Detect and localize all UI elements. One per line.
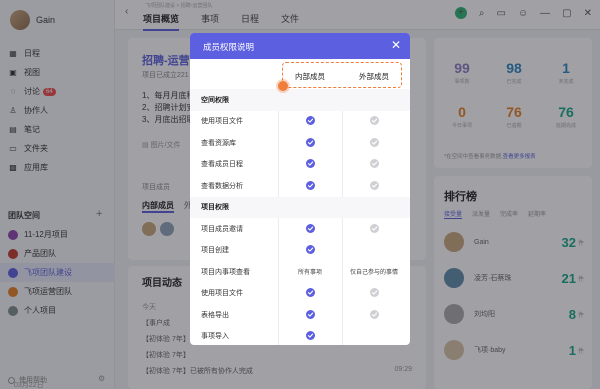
internal-value (305, 159, 315, 169)
permission-label: 空间权限 (201, 96, 229, 104)
check-icon (305, 116, 315, 126)
check-disabled-icon (369, 223, 379, 233)
internal-value (305, 137, 315, 148)
internal-value: 所有事项 (297, 270, 322, 277)
permission-row: 查看成员日程 (190, 154, 410, 176)
internal-cell (278, 154, 342, 176)
permission-label: 使用项目文件 (201, 118, 243, 126)
external-cell (342, 240, 406, 262)
check-disabled-icon (369, 180, 379, 190)
check-disabled-icon (369, 288, 379, 298)
permission-row: 事项导入 (190, 326, 410, 346)
external-value: 仅自己参与的事情 (349, 270, 398, 277)
check-icon (305, 159, 315, 169)
external-cell (342, 283, 406, 305)
external-cell (342, 111, 406, 133)
internal-value (305, 245, 315, 255)
internal-value (305, 180, 315, 191)
internal-value (305, 309, 315, 320)
internal-cell (278, 283, 342, 305)
modal-header: 成员权限说明 ✕ (190, 33, 410, 59)
internal-cell: 所有事项 (278, 261, 342, 283)
permission-modal: 成员权限说明 ✕ 内部成员 外部成员 空间权限 使用项目文件 查看资源库 查看成员日程… (190, 33, 410, 345)
external-value (369, 180, 379, 191)
permission-row: 查看数据分析 (190, 175, 410, 197)
permission-label: 项目创建 (201, 247, 229, 255)
permission-label: 事项导入 (201, 333, 229, 341)
internal-value (305, 116, 315, 126)
external-value (369, 137, 379, 148)
permission-section: 空间权限 (190, 89, 410, 111)
internal-cell (278, 111, 342, 133)
internal-value (305, 331, 315, 341)
internal-cell (278, 326, 342, 346)
highlight-dot (278, 81, 288, 91)
external-cell: 仅自己参与的事情 (342, 261, 406, 283)
check-disabled-icon (369, 137, 379, 147)
external-cell (342, 304, 406, 326)
permission-row: 使用项目文件 (190, 111, 410, 133)
external-value (369, 223, 379, 234)
internal-value (305, 288, 315, 298)
permission-label: 项目成员邀请 (201, 225, 243, 233)
permission-label: 查看数据分析 (201, 182, 243, 190)
check-disabled-icon (369, 116, 379, 126)
highlight-box (282, 62, 402, 88)
permission-table: 空间权限使用项目文件 查看资源库查看成员日程 查看数据分析 项目权限项目成员邀请 项目创… (190, 89, 410, 345)
external-value (369, 159, 379, 169)
modal-title: 成员权限说明 (203, 42, 255, 52)
permission-row: 表格导出 (190, 304, 410, 326)
internal-cell (278, 175, 342, 197)
check-icon (305, 223, 315, 233)
check-icon (305, 331, 315, 341)
permission-label: 表格导出 (201, 311, 229, 319)
permission-section: 项目权限 (190, 196, 410, 218)
internal-cell (278, 304, 342, 326)
external-value (369, 116, 379, 126)
permission-row: 项目成员邀请 (190, 218, 410, 240)
internal-cell (278, 240, 342, 262)
check-disabled-icon (369, 159, 379, 169)
external-value (369, 288, 379, 298)
check-icon (305, 309, 315, 319)
permission-label: 项目权限 (201, 204, 229, 212)
external-cell (342, 175, 406, 197)
permission-label: 使用项目文件 (201, 290, 243, 298)
permission-row: 使用项目文件 (190, 283, 410, 305)
external-value (369, 309, 379, 320)
external-cell (342, 132, 406, 154)
permission-label: 查看成员日程 (201, 161, 243, 169)
check-icon (305, 137, 315, 147)
close-icon[interactable]: ✕ (391, 38, 401, 52)
internal-cell (278, 218, 342, 240)
internal-value (305, 223, 315, 234)
check-icon (305, 245, 315, 255)
permission-label: 查看资源库 (201, 139, 236, 147)
check-disabled-icon (369, 309, 379, 319)
check-icon (305, 180, 315, 190)
check-icon (305, 288, 315, 298)
permission-row: 项目内事项查看 所有事项 仅自己参与的事情 (190, 261, 410, 283)
internal-cell (278, 132, 342, 154)
external-cell (342, 218, 406, 240)
external-cell (342, 326, 406, 346)
permission-row: 查看资源库 (190, 132, 410, 154)
external-cell (342, 154, 406, 176)
permission-row: 项目创建 (190, 240, 410, 262)
permission-label: 项目内事项查看 (201, 268, 250, 276)
